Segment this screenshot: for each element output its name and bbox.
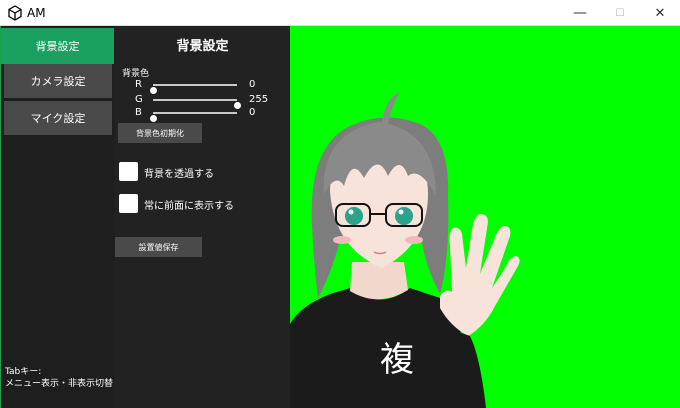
value-b: 0 [249,107,256,118]
avatar-eye-right [395,207,413,225]
value-r: 0 [249,79,256,90]
help-text: Tabキー: メニュー表示・非表示切替 [5,366,113,390]
settings-panel: 背景設定 背景色 R 0 G 255 B 0 背景色初期化 背景を透過する 常に… [115,26,290,408]
minimize-button[interactable]: — [560,0,600,26]
slider-g[interactable] [153,99,241,109]
help-line-2: メニュー表示・非表示切替 [5,379,114,389]
slider-row-r: R 0 [115,78,290,94]
help-line-1: Tabキー: [5,367,42,377]
channel-label-r: R [135,79,142,90]
panel-title: 背景設定 [176,39,229,54]
slider-thumb-b[interactable] [149,115,157,122]
topmost-checkbox[interactable] [119,194,138,213]
maximize-button[interactable]: ☐ [600,0,640,26]
topmost-label: 常に前面に表示する [144,201,234,212]
channel-label-b: B [135,107,142,118]
transparent-checkbox[interactable] [119,162,138,181]
tab-background-settings[interactable]: 背景設定 [1,28,114,64]
tab-sidebar: 背景設定 カメラ設定 マイク設定 Tabキー: メニュー表示・非表示切替 [0,26,115,408]
avatar-illustration: 複 [290,92,520,408]
slider-r[interactable] [149,84,237,94]
avatar-eye-left [345,207,363,225]
app-client-area: 背景設定 カメラ設定 マイク設定 Tabキー: メニュー表示・非表示切替 背景設… [0,26,680,408]
slider-b[interactable] [149,112,237,122]
value-g: 255 [249,94,269,105]
slider-row-b: B 0 [115,106,290,122]
transparent-label: 背景を透過する [144,169,214,180]
unity-icon [8,5,22,21]
channel-label-g: G [135,94,143,105]
avatar-neck [350,262,408,300]
avatar-hand [440,214,520,336]
close-button[interactable]: ✕ [640,0,680,26]
tab-mic-settings[interactable]: マイク設定 [4,101,112,135]
shirt-print: 複 [380,340,414,380]
title-bar: AM — ☐ ✕ [0,0,680,26]
save-settings-button[interactable]: 設置値保存 [115,237,202,257]
slider-row-g: G 255 [115,93,290,109]
tab-camera-settings[interactable]: カメラ設定 [4,64,112,98]
avatar-preview: 複 [290,26,680,408]
reset-color-button[interactable]: 背景色初期化 [118,123,202,143]
window-title: AM [27,6,46,20]
